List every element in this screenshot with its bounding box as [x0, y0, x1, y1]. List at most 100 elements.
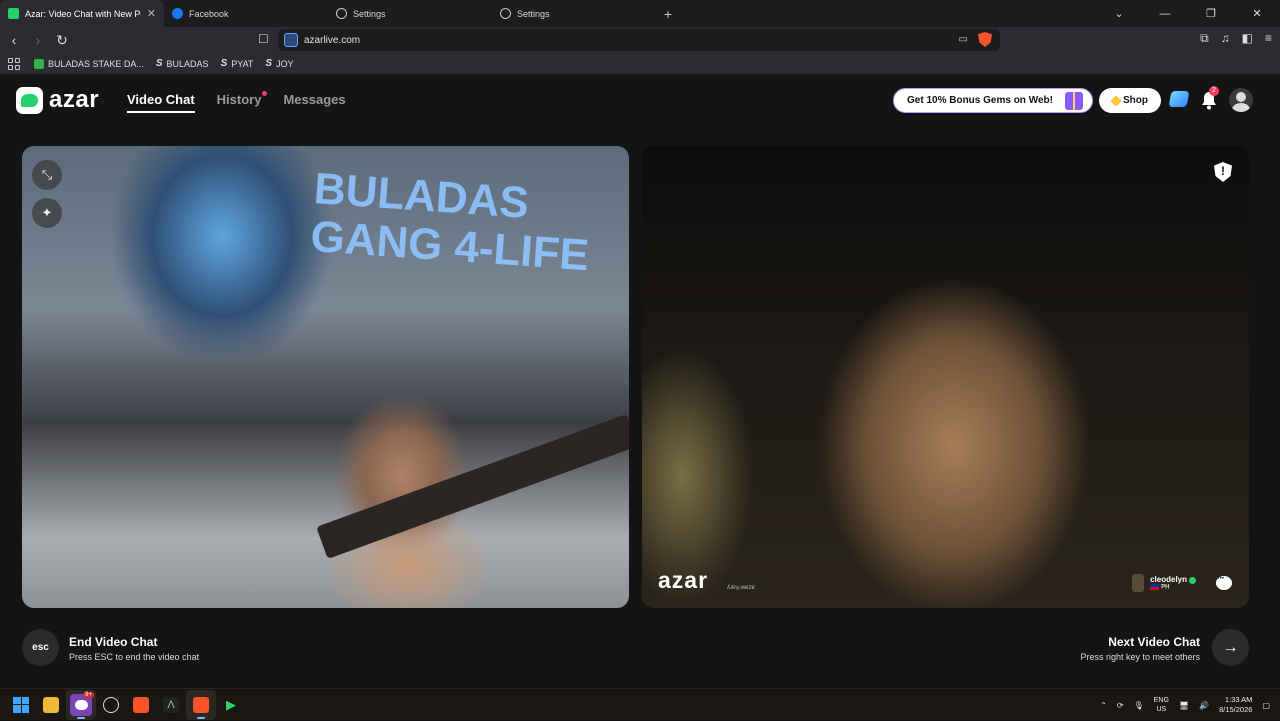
brave-app-1[interactable] [126, 690, 156, 720]
lang-text: ENG [1153, 697, 1169, 704]
folder-icon [43, 696, 59, 713]
bookmark-label: PYAT [231, 58, 254, 69]
peer-country: PH [1161, 584, 1170, 591]
profile-avatar[interactable] [1229, 88, 1253, 112]
promo-text: Get 10% Bonus Gems on Web! [907, 95, 1053, 106]
notification-badge: 2 [1209, 86, 1219, 96]
back-button[interactable]: ‹ [4, 32, 24, 48]
microphone-icon[interactable]: 🎙 [1134, 701, 1144, 710]
azar-watermark: azar [658, 567, 709, 593]
shop-label: Shop [1123, 95, 1148, 106]
bookmark-joy[interactable]: S JOY [265, 58, 293, 69]
sidebar-icon[interactable]: ◧ [1242, 31, 1253, 46]
bookmark-label: BULADAS [166, 58, 209, 69]
mic-boom-arm [316, 414, 629, 559]
brave-icon [193, 696, 209, 713]
bookmark-label: BULADAS STAKE DA... [48, 58, 144, 69]
stake-icon: S [155, 58, 163, 69]
tab-azar[interactable]: Azar: Video Chat with New Pe ✕ [0, 0, 164, 27]
report-shield-icon[interactable]: ! [1214, 162, 1232, 182]
nav-messages[interactable]: Messages [283, 92, 345, 113]
shop-button[interactable]: Shop [1099, 88, 1161, 113]
peer-info[interactable]: cleodelyn PH [1132, 574, 1196, 592]
tab-settings-1[interactable]: Settings [328, 0, 492, 27]
maximize-button[interactable]: ❐ [1188, 7, 1234, 20]
nav-history[interactable]: History [216, 91, 268, 113]
window-controls: ⌄ — ❐ ✕ [1096, 0, 1280, 27]
discord-badge: 9+ [83, 691, 94, 698]
wall-graffiti: BULADAS GANG 4-LIFE [309, 164, 591, 281]
bonus-gems-promo-button[interactable]: Get 10% Bonus Gems on Web! [893, 88, 1093, 113]
windows-logo-icon [13, 696, 29, 713]
chat-bubble-icon[interactable] [1216, 573, 1232, 590]
clock[interactable]: 1:33 AM 8/15/2026 [1219, 695, 1252, 715]
gear-icon [500, 8, 511, 19]
local-video: BULADAS GANG 4-LIFE ⤡ ✦ [22, 146, 629, 608]
end-chat-title: End Video Chat [69, 635, 158, 649]
sync-icon[interactable]: ⟳ [1117, 701, 1124, 710]
tab-title: Settings [517, 8, 550, 19]
next-chat-button[interactable]: → [1212, 629, 1249, 666]
menu-icon[interactable]: ≡ [1265, 31, 1272, 46]
discord-icon: 9+ [70, 691, 94, 716]
gift-icon [1065, 92, 1083, 110]
logo-text: azar [49, 86, 100, 113]
reload-button[interactable]: ↻ [52, 32, 72, 49]
nav-video-chat[interactable]: Video Chat [127, 92, 195, 113]
date-text: 8/15/2026 [1219, 705, 1253, 714]
tab-settings-2[interactable]: Settings [492, 0, 656, 27]
bookmark-buladas[interactable]: S BULADAS [156, 58, 209, 69]
bookmark-icon[interactable]: ☐ [258, 32, 269, 46]
apps-grid-icon[interactable] [8, 57, 20, 70]
stake-icon: S [220, 58, 228, 69]
media-player-app[interactable]: ▶ [216, 690, 246, 720]
url-text: azarlive.com [304, 34, 361, 46]
bookmarks-bar: BULADAS STAKE DA... S BULADAS S PYAT S J… [0, 53, 1280, 75]
extensions-icon[interactable]: ⧉ [1200, 31, 1209, 46]
effects-wand-button[interactable]: ✦ [32, 198, 62, 228]
brave-shields-icon[interactable] [978, 32, 992, 47]
bookmark-label: JOY [276, 58, 294, 69]
address-bar[interactable]: azarlive.com ▭ [278, 29, 1000, 51]
gem-icon [1110, 94, 1122, 107]
end-chat-button[interactable]: esc [22, 629, 59, 666]
forward-button[interactable]: › [28, 32, 48, 48]
azar-logo[interactable]: azar [16, 86, 99, 114]
verified-icon [1189, 576, 1196, 584]
language-indicator[interactable]: ENG US [1154, 696, 1169, 714]
tab-facebook[interactable]: Facebook [164, 0, 328, 27]
discord-app[interactable]: 9+ [66, 689, 96, 720]
next-chat-title: Next Video Chat [1108, 635, 1200, 649]
file-explorer-app[interactable] [36, 690, 66, 720]
tab-search-icon[interactable]: ⌄ [1096, 7, 1142, 20]
cast-icon[interactable]: ▭ [959, 34, 968, 45]
app-lambda[interactable]: Λ [156, 690, 186, 720]
app-circle[interactable] [96, 690, 126, 720]
tab-title: Facebook [189, 8, 229, 19]
close-window-button[interactable]: ✕ [1234, 7, 1280, 20]
media-icon[interactable]: ♫ [1221, 31, 1230, 46]
site-info-icon[interactable] [284, 33, 298, 47]
taskbar: 9+ Λ ▶ ⌃ ⟳ 🎙 ENG US 🖥 🔊 1:33 AM 8/15/202… [0, 688, 1280, 720]
bookmark-buladas-stake[interactable]: BULADAS STAKE DA... [34, 58, 144, 69]
play-icon: ▶ [226, 696, 236, 712]
gems-balance-icon[interactable] [1168, 91, 1190, 107]
volume-icon[interactable]: 🔊 [1199, 701, 1209, 710]
peer-avatar [1132, 574, 1145, 592]
new-tab-button[interactable]: + [656, 6, 680, 22]
extension-icons: ⧉ ♫ ◧ ≡ [1200, 31, 1272, 46]
notifications-icon[interactable]: ▢ [1262, 701, 1270, 710]
close-tab-icon[interactable]: ✕ [147, 7, 156, 20]
network-icon[interactable]: 🖥 [1179, 701, 1189, 710]
peer-name: cleodelyn [1150, 575, 1187, 585]
region-text: US [1156, 706, 1167, 713]
bookmark-pyat[interactable]: S PYAT [221, 58, 254, 69]
minimize-button[interactable]: — [1142, 8, 1188, 20]
system-tray: ⌃ ⟳ 🎙 ENG US 🖥 🔊 1:33 AM 8/15/2026 ▢ [1100, 689, 1280, 721]
start-button[interactable] [6, 690, 36, 720]
nav-history-label: History [216, 92, 262, 107]
collapse-video-button[interactable]: ⤡ [32, 160, 62, 190]
circle-app-icon [103, 696, 119, 713]
show-hidden-icons-icon[interactable]: ⌃ [1100, 701, 1107, 710]
brave-app-2[interactable] [186, 689, 216, 720]
